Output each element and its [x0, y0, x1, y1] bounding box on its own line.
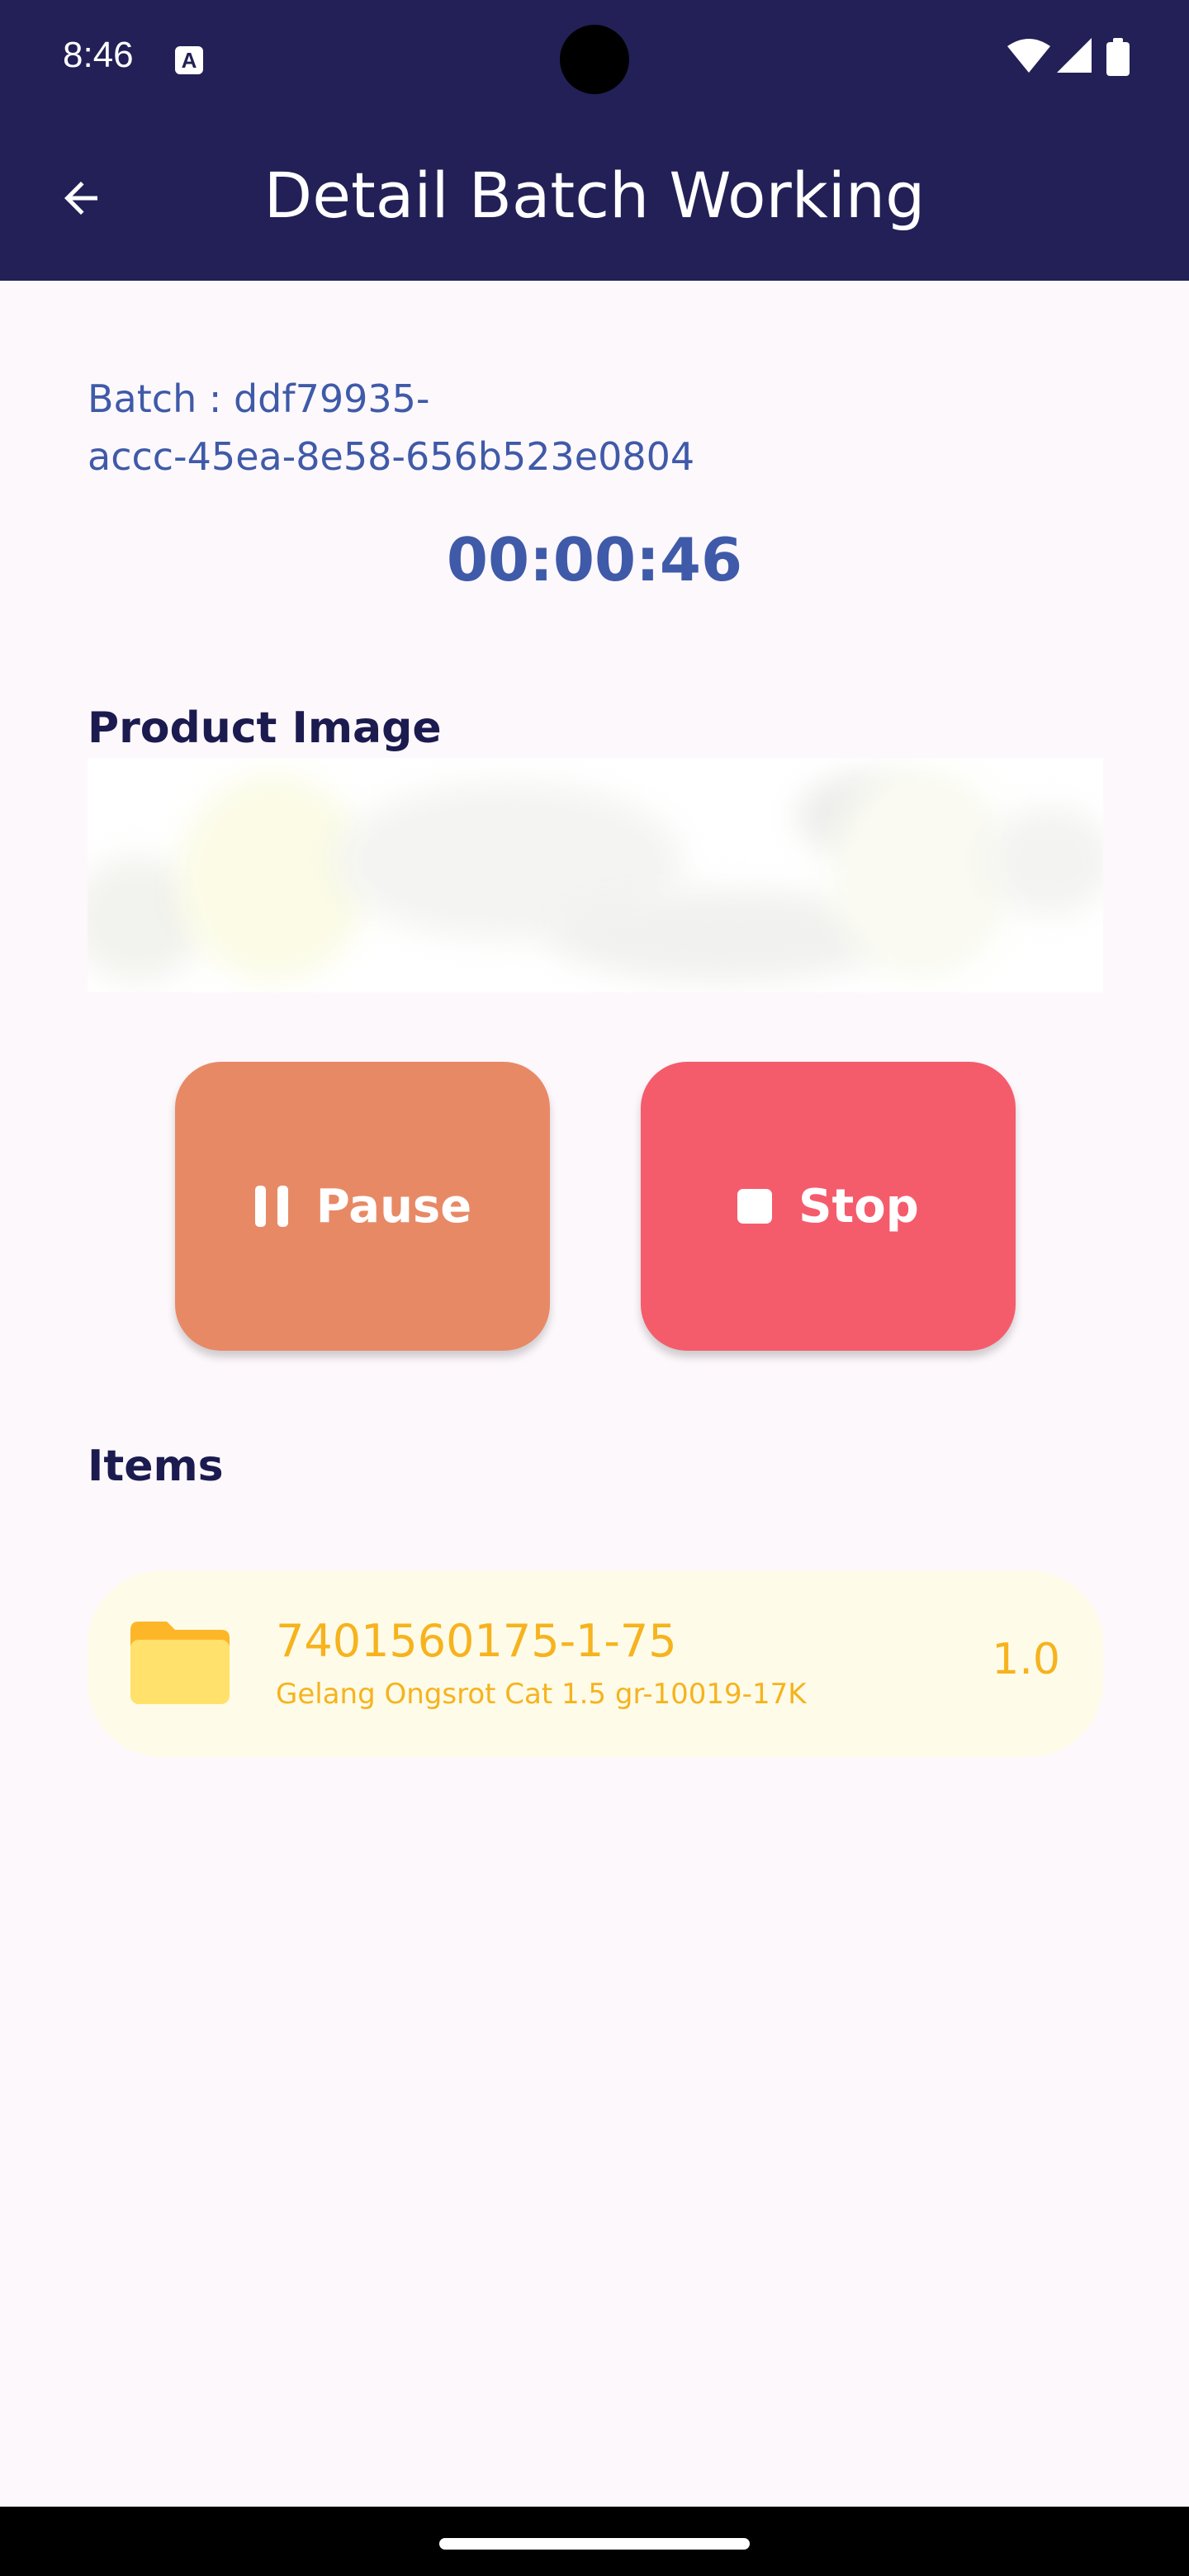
stop-label: Stop [798, 1179, 919, 1234]
signal-icon [1057, 38, 1092, 73]
page-title: Detail Batch Working [263, 159, 926, 232]
stop-button[interactable]: Stop [641, 1062, 1016, 1351]
pause-icon [254, 1186, 288, 1227]
folder-icon [130, 1622, 230, 1704]
camera-cutout [560, 25, 629, 94]
timer: 00:00:46 [446, 525, 743, 594]
item-name: Gelang Ongsrot Cat 1.5 gr-10019-17K [276, 1678, 807, 1711]
list-item[interactable]: 7401560175-1-75 Gelang Ongsrot Cat 1.5 g… [88, 1570, 1103, 1757]
a-icon: A [175, 46, 203, 74]
navigation-bar [0, 2507, 1189, 2576]
batch-id: Batch : ddf79935- accc-45ea-8e58-656b523… [88, 370, 831, 485]
status-bar: 8:46 A [0, 0, 1189, 116]
status-time: 8:46 [63, 35, 134, 75]
item-quantity: 1.0 [992, 1635, 1060, 1684]
product-image-label: Product Image [88, 703, 442, 753]
stop-icon [737, 1189, 773, 1224]
pause-button[interactable]: Pause [175, 1062, 550, 1351]
batch-id-line2: accc-45ea-8e58-656b523e0804 [88, 434, 695, 479]
product-image [88, 758, 1103, 992]
pause-label: Pause [315, 1179, 472, 1234]
battery-icon [1106, 38, 1130, 76]
wifi-icon [1007, 39, 1050, 73]
item-code: 7401560175-1-75 [276, 1615, 677, 1667]
batch-id-line1: Batch : ddf79935- [88, 376, 430, 421]
app-bar: Detail Batch Working [0, 116, 1189, 281]
home-handle[interactable] [439, 2538, 750, 2550]
items-label: Items [88, 1442, 224, 1491]
status-icons [1007, 38, 1139, 79]
